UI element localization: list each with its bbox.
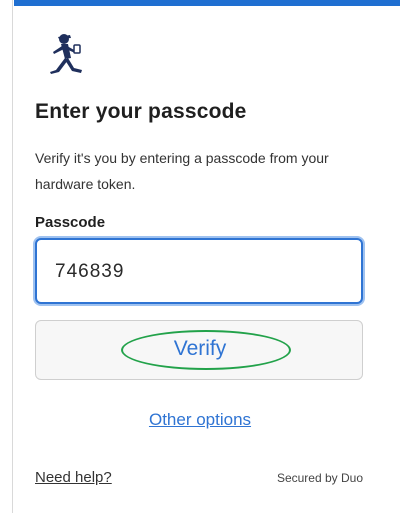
- passcode-label: Passcode: [35, 214, 106, 231]
- running-figure-logo-icon: [44, 32, 88, 78]
- top-accent-bar: [14, 0, 400, 6]
- verify-button-label: Verify: [173, 337, 227, 360]
- passcode-input-container: [35, 238, 363, 304]
- other-options-link[interactable]: Other options: [0, 410, 400, 430]
- verify-button[interactable]: Verify: [35, 320, 363, 380]
- instructions-text: Verify it's you by entering a passcode f…: [35, 150, 329, 192]
- secured-by-text: Secured by Duo: [276, 471, 363, 485]
- page-title: Enter your passcode: [35, 100, 247, 123]
- card-left-border: [12, 0, 13, 513]
- passcode-input[interactable]: [53, 256, 337, 288]
- need-help-link[interactable]: Need help?: [35, 469, 112, 486]
